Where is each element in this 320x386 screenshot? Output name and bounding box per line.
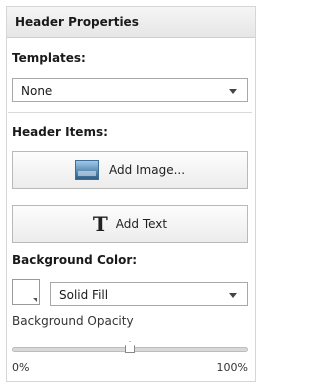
add-text-label: Add Text <box>115 217 168 231</box>
fill-type-dropdown[interactable]: Solid Fill <box>50 282 248 306</box>
header-items-label: Header Items: <box>12 125 108 139</box>
background-color-swatch[interactable] <box>12 279 40 305</box>
text-icon: T <box>92 212 108 236</box>
background-opacity-label: Background Opacity <box>12 314 134 328</box>
chevron-down-icon <box>229 89 237 94</box>
add-image-label: Add Image... <box>108 163 186 177</box>
image-icon <box>74 160 99 180</box>
chevron-down-icon <box>229 293 237 298</box>
templates-dropdown[interactable]: None <box>12 78 248 102</box>
add-image-button[interactable]: Add Image... <box>12 151 248 189</box>
opacity-min-label: 0% <box>12 361 30 374</box>
templates-label: Templates: <box>12 51 86 65</box>
background-color-label: Background Color: <box>12 253 138 267</box>
fill-type-selected-value: Solid Fill <box>59 288 109 302</box>
opacity-max-label: 100% <box>216 361 248 374</box>
panel-title: Header Properties <box>7 7 255 38</box>
templates-selected-value: None <box>21 84 53 98</box>
add-text-button[interactable]: T Add Text <box>12 205 248 243</box>
divider <box>8 112 252 113</box>
